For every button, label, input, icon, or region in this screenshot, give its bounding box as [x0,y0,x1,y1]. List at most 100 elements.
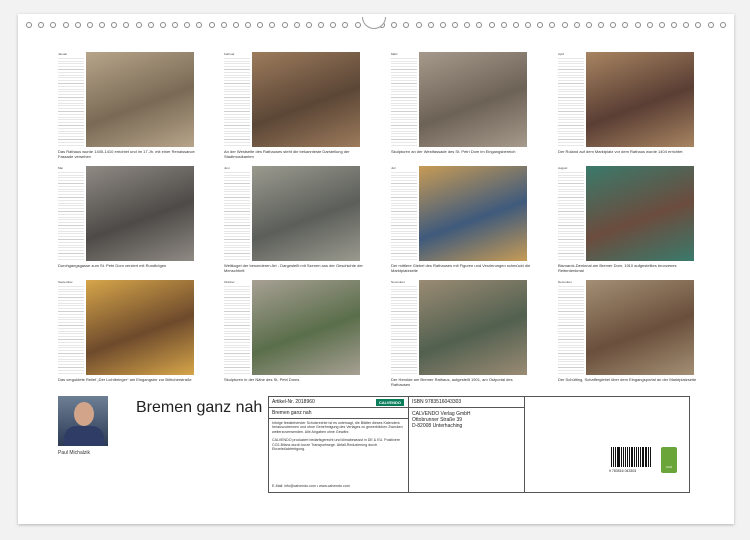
month-panel: April Der Roland auf dem Marktplatz vor d… [558,52,718,167]
month-name: Februar [224,52,235,56]
month-photo [86,280,194,375]
ring-icon [74,22,81,28]
month-caption: Skulpturen in der Nähe des St. Petri Dom… [224,377,300,382]
ring-icon [610,22,617,28]
info-column-middle: ISBN 9783516043303 CALVENDO Verlag GmbH … [409,397,525,492]
legal-notice: Infolge feststehender Schutzrechte ist e… [272,421,403,434]
month-panel: Februar An der Westseite des Rathauses st… [224,52,384,167]
barcode-bar [635,447,637,467]
month-caption: Das vergoldete Relief „Der Lichtbringer“… [58,377,192,382]
month-panel: Juli Der mittlere Giebel des Rathauses mi… [391,166,551,281]
barcode-bar [625,447,627,467]
month-calendar-column: September [58,280,84,375]
month-panel: März Skulpturen an der Westfassade des St… [391,52,551,167]
barcode-bar [641,447,644,467]
ring-icon [415,22,422,28]
barcode-bar [644,447,646,467]
ring-icon [159,22,166,28]
ring-icon [695,22,702,28]
eco-notice: CALVENDO produziert bedarfsgerecht und k… [272,438,400,452]
ring-icon [427,22,434,28]
month-name: August [558,166,568,170]
ring-icon [330,22,337,28]
ring-icon [99,22,106,28]
ring-icon [123,22,130,28]
info-column-left: Artikel-Nr. 2018960 CALVENDO Bremen ganz… [269,397,409,492]
month-photo [252,52,360,147]
ring-icon [525,22,532,28]
ring-icon [634,22,641,28]
month-calendar-column: März [391,52,417,147]
month-calendar-column: Dezember [558,280,584,375]
barcode-bar [631,447,634,467]
barcode-bar [647,447,650,467]
ring-icon [111,22,118,28]
month-name: November [391,280,405,284]
month-caption: Der Herolde am Bremer Rathaus, aufgestel… [391,377,513,387]
day-lines [558,286,584,374]
month-panel: Dezember Der Schütting, Schaffergiebel üb… [558,280,718,395]
month-name: Januar [58,52,68,56]
day-lines [224,286,250,374]
ring-icon [281,22,288,28]
calendar-sheet: Januar Das Rathaus wurde 1405-1410 errich… [18,14,734,524]
isbn: ISBN 9783516043303 [409,397,524,408]
ring-icon [561,22,568,28]
day-lines [224,172,250,260]
ring-icon [707,22,714,28]
ring-icon [573,22,580,28]
barcode [611,447,651,471]
month-name: Mai [58,166,63,170]
barcode-number: 9 783516 043303 [609,469,637,473]
month-name: April [558,52,565,56]
month-calendar-column: Oktober [224,280,250,375]
month-name: Oktober [224,280,235,284]
ring-icon [257,22,264,28]
month-calendar-column: April [558,52,584,147]
day-lines [58,286,84,374]
ring-icon [646,22,653,28]
ring-icon [488,22,495,28]
month-name: Dezember [558,280,572,284]
ring-icon [245,22,252,28]
ring-icon [184,22,191,28]
day-lines [58,58,84,146]
barcode-bar [634,447,635,467]
ring-icon [622,22,629,28]
info-box: Artikel-Nr. 2018960 CALVENDO Bremen ganz… [268,396,690,493]
month-caption: Durchgangsgasse zum St. Petri Dom verzie… [58,263,167,268]
ring-icon [537,22,544,28]
month-panel: Mai Durchgangsgasse zum St. Petri Dom ver… [58,166,218,281]
barcode-bar [623,447,625,467]
month-calendar-column: Januar [58,52,84,147]
month-calendar-column: Juni [224,166,250,261]
ring-icon [598,22,605,28]
ring-icon [208,22,215,28]
month-photo [586,52,694,147]
ring-icon [269,22,276,28]
month-photo [86,52,194,147]
month-name: Juni [224,166,230,170]
ring-icon [452,22,459,28]
calendar-title: Bremen ganz nah [136,399,263,416]
eco-badge-icon: CO2 [661,447,677,473]
month-name: März [391,52,398,56]
day-lines [391,58,417,146]
month-photo [419,280,527,375]
ring-icon [196,22,203,28]
barcode-bar [628,447,631,467]
product-title: Bremen ganz nah [269,408,408,419]
ring-icon [683,22,690,28]
day-lines [558,58,584,146]
barcode-bar [650,447,651,467]
calvendo-logo: CALVENDO [375,399,404,406]
month-photo [252,280,360,375]
month-panel: September Das vergoldete Relief „Der Lich… [58,280,218,395]
month-caption: Der Roland auf dem Marktplatz vor dem Ra… [558,149,683,154]
day-lines [391,286,417,374]
ring-icon [391,22,398,28]
ring-icon [305,22,312,28]
barcode-bar [615,447,616,467]
month-calendar-column: August [558,166,584,261]
month-calendar-column: Juli [391,166,417,261]
